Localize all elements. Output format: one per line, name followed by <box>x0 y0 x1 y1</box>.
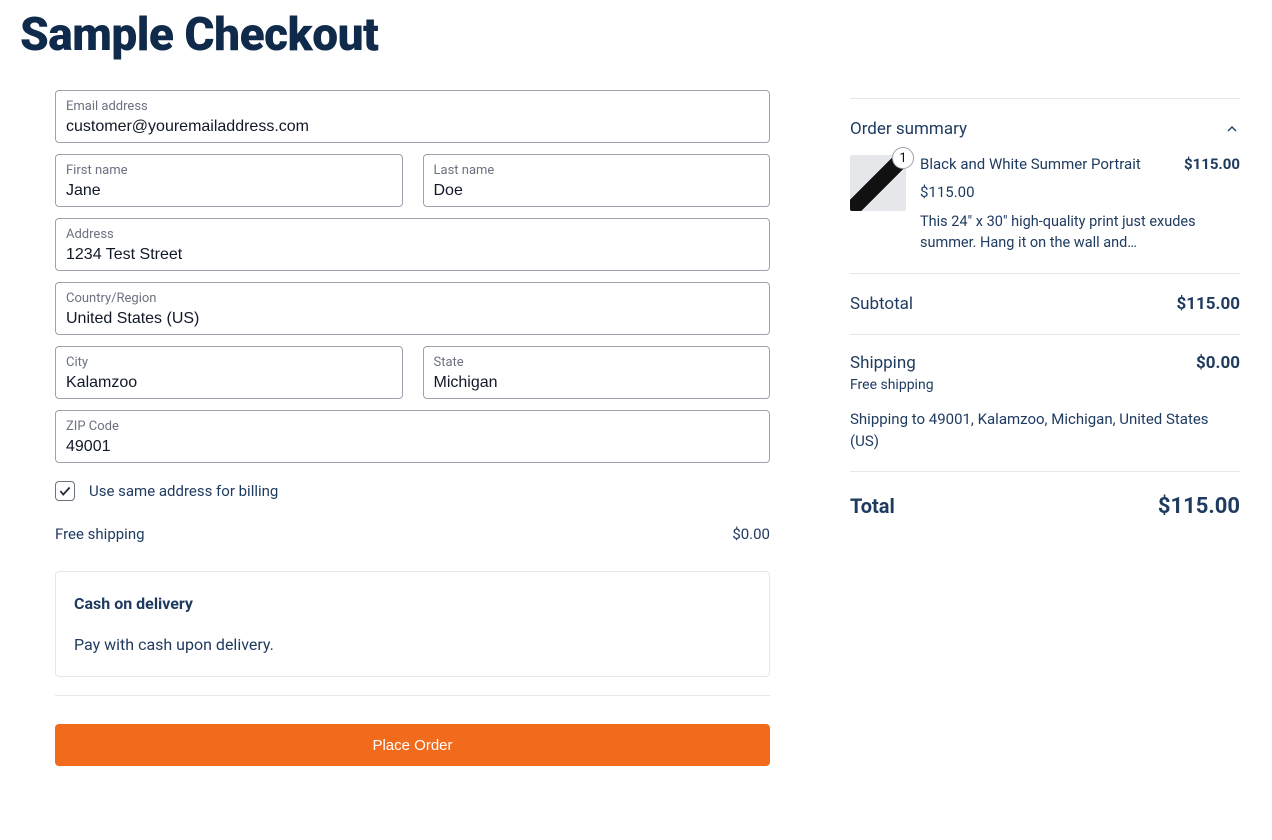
first-name-input[interactable] <box>66 182 392 200</box>
shipping-value: $0.00 <box>1196 353 1240 373</box>
order-item: 1 Black and White Summer Portrait $115.0… <box>850 147 1240 273</box>
total-label: Total <box>850 494 895 519</box>
shipping-sub-label: Free shipping <box>850 377 1240 393</box>
address-input[interactable] <box>66 246 759 264</box>
page-title: Sample Checkout <box>20 8 1272 62</box>
first-name-field-wrapper[interactable]: First name <box>55 154 403 207</box>
check-icon <box>58 484 72 498</box>
order-summary-panel: Order summary 1 Black and White Summer P… <box>850 90 1240 766</box>
address-label: Address <box>66 227 759 242</box>
shipping-option-price: $0.00 <box>732 525 770 543</box>
city-field-wrapper[interactable]: City <box>55 346 403 399</box>
subtotal-label: Subtotal <box>850 294 913 314</box>
shipping-option-label: Free shipping <box>55 525 145 543</box>
city-label: City <box>66 355 392 370</box>
checkout-form: Email address First name Last name Addre… <box>20 90 770 766</box>
place-order-button[interactable]: Place Order <box>55 724 770 766</box>
zip-field-wrapper[interactable]: ZIP Code <box>55 410 770 463</box>
shipping-to-text: Shipping to 49001, Kalamzoo, Michigan, U… <box>850 409 1240 453</box>
state-label: State <box>434 355 760 370</box>
product-name: Black and White Summer Portrait <box>920 155 1141 173</box>
payment-method-description: Pay with cash upon delivery. <box>74 635 751 654</box>
first-name-label: First name <box>66 163 392 178</box>
last-name-field-wrapper[interactable]: Last name <box>423 154 771 207</box>
total-value: $115.00 <box>1158 494 1240 519</box>
shipping-label: Shipping <box>850 353 916 373</box>
country-field-wrapper[interactable]: Country/Region <box>55 282 770 335</box>
shipping-row: Shipping $0.00 Free shipping Shipping to… <box>850 335 1240 471</box>
email-label: Email address <box>66 99 759 114</box>
city-input[interactable] <box>66 374 392 392</box>
subtotal-row: Subtotal $115.00 <box>850 274 1240 334</box>
last-name-input[interactable] <box>434 182 760 200</box>
same-billing-checkbox[interactable] <box>55 481 75 501</box>
quantity-badge: 1 <box>892 147 914 169</box>
product-unit-price: $115.00 <box>920 183 1240 201</box>
total-row: Total $115.00 <box>850 472 1240 541</box>
state-field-wrapper[interactable]: State <box>423 346 771 399</box>
shipping-option-row: Free shipping $0.00 <box>55 525 770 543</box>
email-input[interactable] <box>66 118 759 136</box>
divider <box>55 695 770 696</box>
product-description: This 24" x 30" high-quality print just e… <box>920 211 1240 253</box>
same-billing-label: Use same address for billing <box>89 482 278 500</box>
order-summary-toggle[interactable]: Order summary <box>850 99 1240 147</box>
payment-method-title: Cash on delivery <box>74 594 751 613</box>
order-summary-title: Order summary <box>850 119 967 139</box>
email-field-wrapper[interactable]: Email address <box>55 90 770 143</box>
subtotal-value: $115.00 <box>1177 294 1240 314</box>
zip-input[interactable] <box>66 438 759 456</box>
zip-label: ZIP Code <box>66 419 759 434</box>
last-name-label: Last name <box>434 163 760 178</box>
state-input[interactable] <box>434 374 760 392</box>
product-line-price: $115.00 <box>1184 155 1240 173</box>
chevron-up-icon <box>1224 121 1240 137</box>
country-label: Country/Region <box>66 291 759 306</box>
country-input[interactable] <box>66 310 759 328</box>
address-field-wrapper[interactable]: Address <box>55 218 770 271</box>
payment-method-box: Cash on delivery Pay with cash upon deli… <box>55 571 770 677</box>
